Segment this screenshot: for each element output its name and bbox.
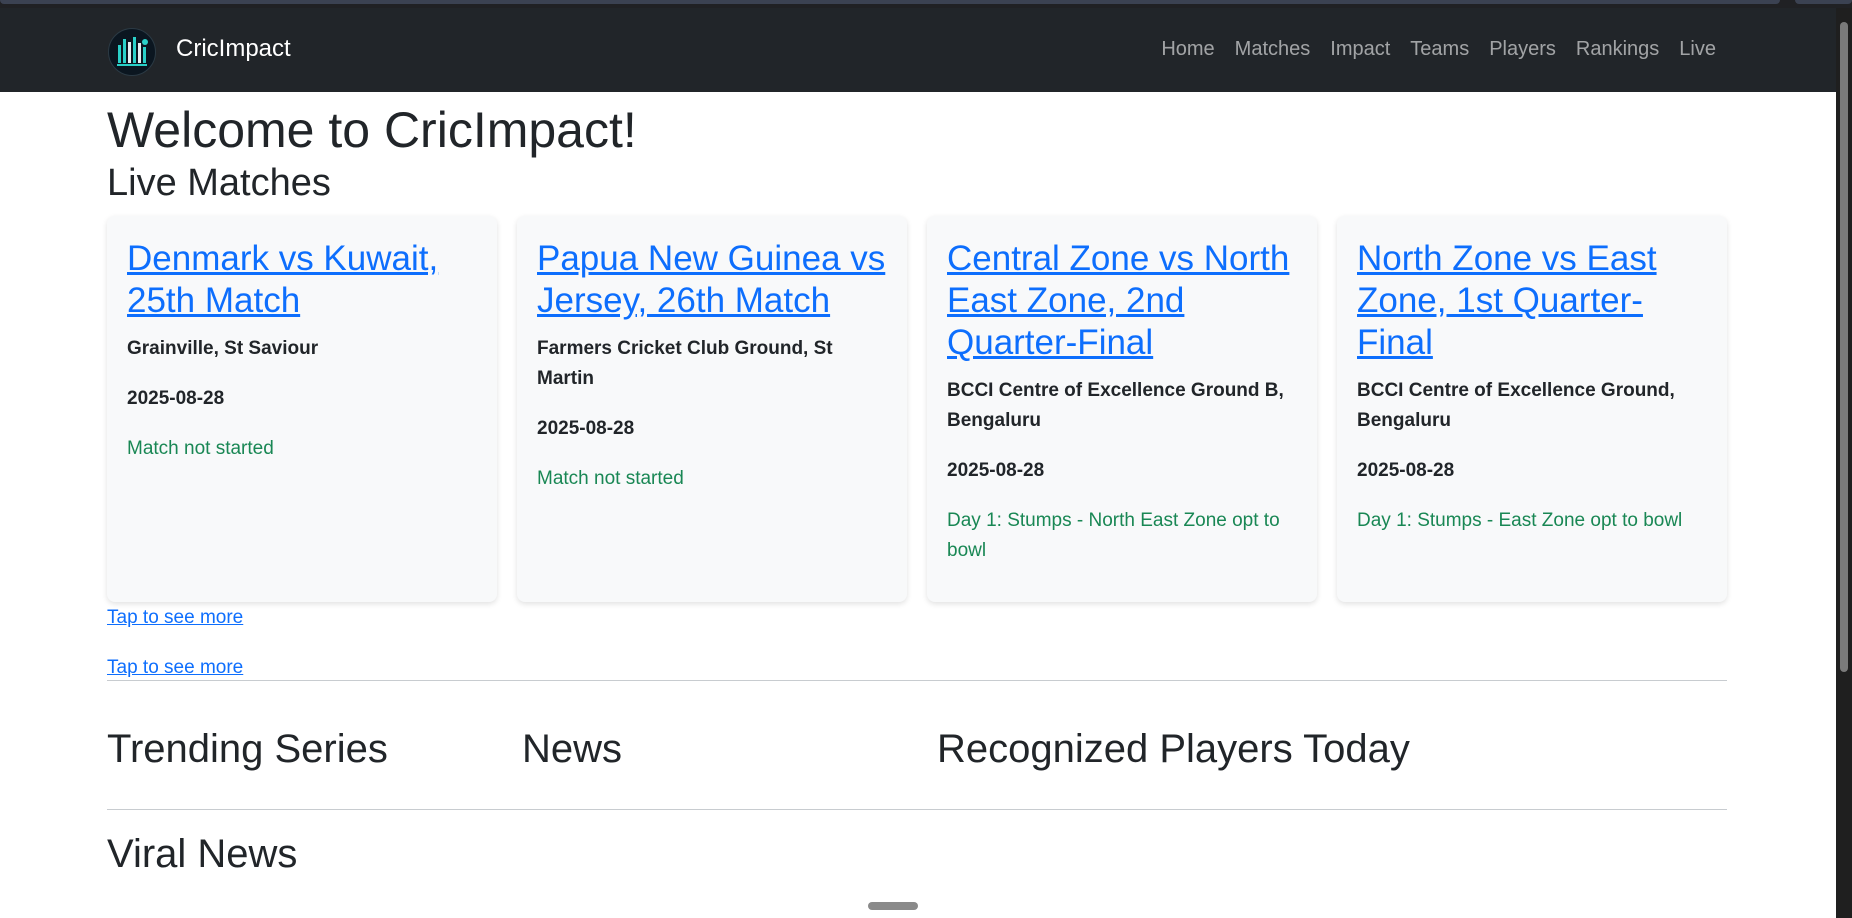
news-column: News [522,681,937,773]
nav-home[interactable]: Home [1161,38,1214,61]
match-venue: Grainville, St Saviour [127,338,319,359]
nav-live[interactable]: Live [1679,38,1716,61]
nav-matches[interactable]: Matches [1235,38,1311,61]
section-divider [107,809,1727,810]
brand[interactable]: CricImpact [108,28,291,76]
scrollbar-thumb[interactable] [1840,22,1848,672]
match-date: 2025-08-28 [537,418,635,439]
match-status: Match not started [537,468,684,489]
match-title-link[interactable]: Denmark vs Kuwait, 25th Match [127,238,477,322]
match-card: North Zone vs East Zone, 1st Quarter-Fin… [1337,216,1727,602]
match-card: Denmark vs Kuwait, 25th Match Grainville… [107,216,497,602]
trending-series-heading: Trending Series [107,727,388,771]
nav-teams[interactable]: Teams [1410,38,1469,61]
match-venue: BCCI Centre of Excellence Ground, Bengal… [1357,380,1675,431]
match-venue: Farmers Cricket Club Ground, St Martin [537,338,833,389]
brand-name: CricImpact [176,35,291,62]
see-more-link[interactable]: Tap to see more [107,606,1727,630]
match-title-link[interactable]: Papua New Guinea vs Jersey, 26th Match [537,238,887,322]
match-date: 2025-08-28 [127,388,225,409]
recognized-players-column: Recognized Players Today [937,681,1727,773]
news-heading: News [522,727,623,771]
match-card: Central Zone vs North East Zone, 2nd Qua… [927,216,1317,602]
see-more-link[interactable]: Tap to see more [107,656,1727,680]
match-card: Papua New Guinea vs Jersey, 26th Match F… [517,216,907,602]
viral-news-heading: Viral News [107,832,298,876]
match-status: Match not started [127,438,274,459]
nav-rankings[interactable]: Rankings [1576,38,1659,61]
match-date: 2025-08-28 [1357,460,1455,481]
sections-row: Trending Series News Recognized Players … [107,681,1727,809]
trending-series-column: Trending Series [107,681,522,773]
nav-impact[interactable]: Impact [1330,38,1390,61]
match-title-link[interactable]: Central Zone vs North East Zone, 2nd Qua… [947,238,1297,364]
match-status: Day 1: Stumps - North East Zone opt to b… [947,510,1280,561]
bottom-drag-handle[interactable] [868,902,918,910]
page-title: Welcome to CricImpact! [107,102,637,158]
match-venue: BCCI Centre of Excellence Ground B, Beng… [947,380,1284,431]
cricket-logo-icon [108,28,156,76]
match-title-link[interactable]: North Zone vs East Zone, 1st Quarter-Fin… [1357,238,1707,364]
browser-tab-edge [0,0,1780,4]
recognized-players-heading: Recognized Players Today [937,727,1410,771]
live-match-cards: Denmark vs Kuwait, 25th Match Grainville… [107,216,1727,602]
live-matches-heading: Live Matches [107,162,331,204]
match-status: Day 1: Stumps - East Zone opt to bowl [1357,510,1683,531]
nav-links: Home Matches Impact Teams Players Rankin… [1141,38,1716,61]
nav-players[interactable]: Players [1489,38,1556,61]
match-date: 2025-08-28 [947,460,1045,481]
browser-top-strip [0,0,1852,8]
main-content: Welcome to CricImpact! Live Matches Denm… [107,92,1727,878]
navbar: CricImpact Home Matches Impact Teams Pla… [0,8,1836,92]
browser-tab-edge-right [1795,0,1852,4]
page-scrollbar[interactable] [1836,8,1852,918]
